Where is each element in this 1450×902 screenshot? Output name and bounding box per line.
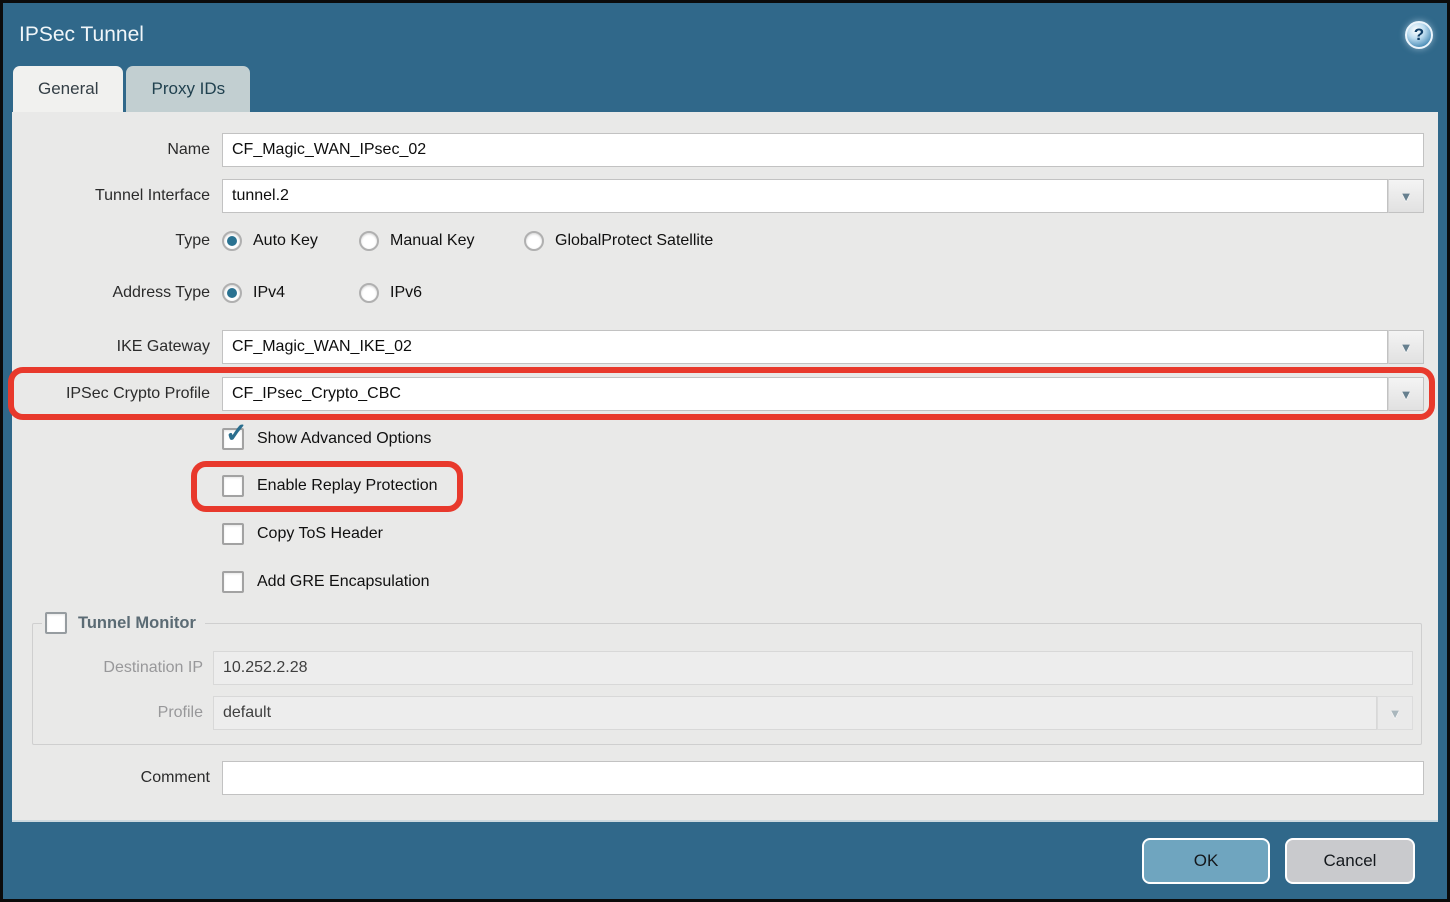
cancel-button[interactable]: Cancel — [1285, 838, 1415, 884]
ike-gateway-row: IKE Gateway ▼ — [12, 330, 1438, 364]
check-icon: ✓ — [225, 420, 248, 447]
ipsec-crypto-profile-dropdown-button[interactable]: ▼ — [1388, 377, 1424, 411]
ipsec-tunnel-dialog: IPSec Tunnel ? General Proxy IDs Name Tu… — [0, 0, 1450, 902]
radio-globalprotect-satellite-label: GlobalProtect Satellite — [555, 232, 713, 250]
radio-button-icon[interactable] — [524, 231, 544, 251]
monitor-profile-label: Profile — [33, 704, 203, 722]
add-gre-encapsulation-row: ✓ Add GRE Encapsulation — [222, 570, 1438, 593]
radio-ipv4-label: IPv4 — [253, 284, 285, 302]
radio-manual-key[interactable]: Manual Key — [359, 231, 524, 251]
address-type-row: Address Type IPv4 IPv6 — [12, 281, 1438, 305]
dialog-footer: OK Cancel — [3, 822, 1447, 899]
dialog-title: IPSec Tunnel — [19, 23, 144, 47]
enable-replay-protection-checkbox[interactable]: ✓ — [222, 475, 244, 497]
tunnel-interface-label: Tunnel Interface — [12, 187, 210, 205]
radio-globalprotect-satellite[interactable]: GlobalProtect Satellite — [524, 231, 713, 251]
tab-proxy-ids[interactable]: Proxy IDs — [126, 66, 250, 112]
copy-tos-header-row: ✓ Copy ToS Header — [222, 522, 1438, 545]
destination-ip-input — [213, 651, 1413, 685]
chevron-down-icon: ▼ — [1400, 340, 1413, 355]
add-gre-encapsulation-label: Add GRE Encapsulation — [257, 573, 430, 591]
tunnel-monitor-label: Tunnel Monitor — [78, 614, 196, 633]
ipsec-crypto-profile-row: IPSec Crypto Profile ▼ — [12, 377, 1438, 411]
ike-gateway-dropdown-button[interactable]: ▼ — [1388, 330, 1424, 364]
tunnel-monitor-legend: ✓ Tunnel Monitor — [42, 612, 205, 634]
radio-ipv6-label: IPv6 — [390, 284, 422, 302]
tunnel-interface-row: Tunnel Interface ▼ — [12, 179, 1438, 213]
tab-general[interactable]: General — [13, 66, 123, 112]
show-advanced-options-label: Show Advanced Options — [257, 430, 431, 448]
radio-button-icon[interactable] — [222, 283, 242, 303]
add-gre-encapsulation-checkbox[interactable]: ✓ — [222, 571, 244, 593]
radio-auto-key[interactable]: Auto Key — [222, 231, 359, 251]
dialog-titlebar: IPSec Tunnel ? — [3, 3, 1447, 66]
name-row: Name — [12, 133, 1438, 167]
enable-replay-protection-row: ✓ Enable Replay Protection — [222, 474, 1438, 497]
comment-label: Comment — [12, 769, 210, 787]
radio-button-icon[interactable] — [222, 231, 242, 251]
tunnel-monitor-group: ✓ Tunnel Monitor Destination IP Profile … — [32, 612, 1422, 745]
tunnel-interface-input[interactable] — [222, 179, 1388, 213]
enable-replay-protection-label: Enable Replay Protection — [257, 477, 438, 495]
radio-button-icon[interactable] — [359, 283, 379, 303]
monitor-profile-row: Profile ▼ — [33, 696, 1413, 730]
comment-input[interactable] — [222, 761, 1424, 795]
chevron-down-icon: ▼ — [1389, 706, 1402, 721]
chevron-down-icon: ▼ — [1400, 387, 1413, 402]
address-type-label: Address Type — [12, 284, 210, 302]
ipsec-crypto-profile-label: IPSec Crypto Profile — [12, 385, 210, 403]
radio-button-icon[interactable] — [359, 231, 379, 251]
tunnel-interface-dropdown-button[interactable]: ▼ — [1388, 179, 1424, 213]
monitor-profile-input — [213, 696, 1377, 730]
name-input[interactable] — [222, 133, 1424, 167]
ike-gateway-input[interactable] — [222, 330, 1388, 364]
radio-ipv6[interactable]: IPv6 — [359, 283, 422, 303]
copy-tos-header-label: Copy ToS Header — [257, 525, 383, 543]
show-advanced-options-checkbox[interactable]: ✓ — [222, 428, 244, 450]
ipsec-crypto-profile-input[interactable] — [222, 377, 1388, 411]
comment-row: Comment — [12, 761, 1438, 795]
monitor-profile-dropdown-button: ▼ — [1377, 696, 1413, 730]
tunnel-monitor-checkbox[interactable]: ✓ — [45, 612, 67, 634]
copy-tos-header-checkbox[interactable]: ✓ — [222, 523, 244, 545]
name-label: Name — [12, 141, 210, 159]
type-row: Type Auto Key Manual Key GlobalProtect S… — [12, 229, 1438, 253]
help-icon[interactable]: ? — [1405, 21, 1433, 49]
type-label: Type — [12, 232, 210, 250]
radio-manual-key-label: Manual Key — [390, 232, 475, 250]
ike-gateway-label: IKE Gateway — [12, 338, 210, 356]
radio-auto-key-label: Auto Key — [253, 232, 318, 250]
chevron-down-icon: ▼ — [1400, 189, 1413, 204]
show-advanced-options-row: ✓ Show Advanced Options — [222, 427, 1438, 450]
radio-ipv4[interactable]: IPv4 — [222, 283, 359, 303]
general-tab-panel: Name Tunnel Interface ▼ Type Auto Key — [12, 112, 1438, 822]
ok-button[interactable]: OK — [1142, 838, 1270, 884]
tab-bar: General Proxy IDs — [3, 66, 1447, 112]
destination-ip-row: Destination IP — [33, 651, 1413, 685]
destination-ip-label: Destination IP — [33, 659, 203, 677]
